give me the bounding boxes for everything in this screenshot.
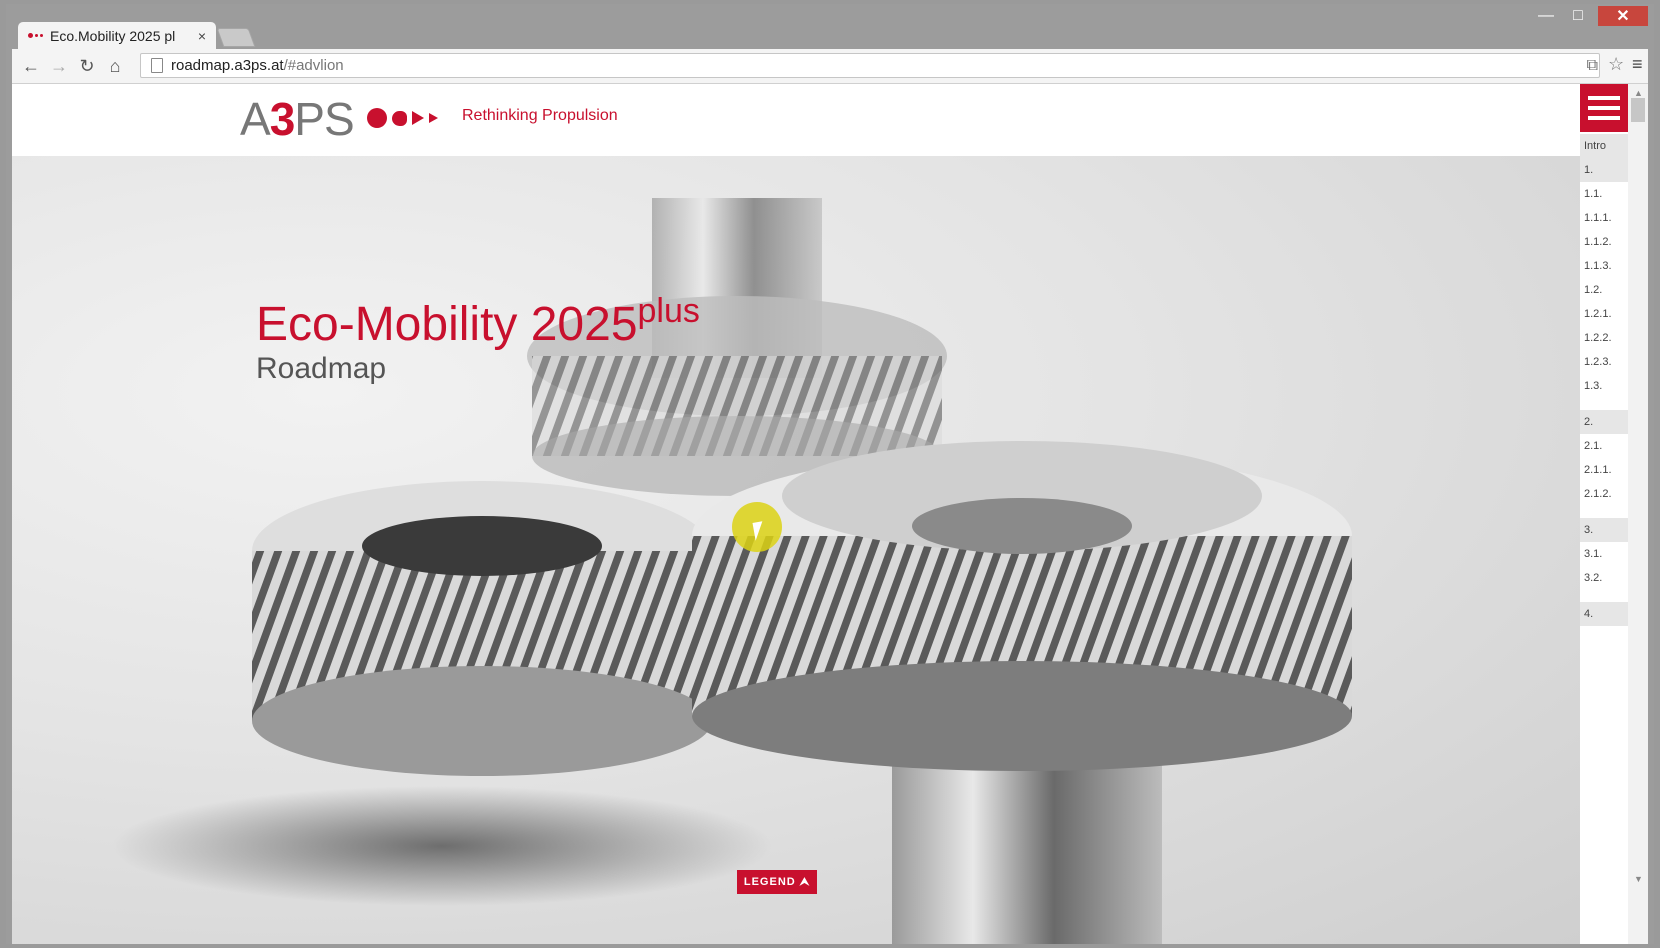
section-nav-item[interactable]: 1. [1580,158,1628,182]
section-nav-item[interactable]: 2.1.1. [1580,458,1628,482]
section-nav-item[interactable]: 1.3. [1580,374,1628,398]
hero-title-text: Eco-Mobility 2025 [256,298,638,351]
section-nav-item[interactable]: 2. [1580,410,1628,434]
section-nav-item[interactable]: 1.2.2. [1580,326,1628,350]
section-nav-item[interactable]: 3. [1580,518,1628,542]
page-icon [151,58,163,73]
section-nav-item[interactable]: 2.1. [1580,434,1628,458]
section-nav-item[interactable]: 1.1.2. [1580,230,1628,254]
hero-subtitle: Roadmap [256,352,387,385]
section-nav-item[interactable]: 3.1. [1580,542,1628,566]
url-host: roadmap.a3ps.at [171,57,284,74]
browser-window: Eco.Mobility 2025 pl × — □ ✕ ← → ↻ ⌂ roa… [0,0,1660,948]
section-nav-item[interactable]: 3.2. [1580,566,1628,590]
address-bar[interactable]: roadmap.a3ps.at /#advlion ⧉ [140,53,1600,78]
section-nav-item[interactable]: 1.1. [1580,182,1628,206]
site-header: A3PS Rethinking Propulsion [12,84,1580,156]
section-nav-item[interactable]: 1.2.3. [1580,350,1628,374]
translate-icon[interactable]: ⧉ [1587,57,1598,75]
section-nav-list: Intro 1. 1.1. 1.1.1. 1.1.2. 1.1.3. 1.2. 1.2.1. 1… [1580,134,1628,626]
section-nav-item[interactable]: 1.1.1. [1580,206,1628,230]
gears-image [112,198,1352,944]
new-tab-button[interactable] [216,28,256,47]
section-nav: Intro 1. 1.1. 1.1.1. 1.1.2. 1.1.3. 1.2. 1.2.1. 1… [1580,84,1628,944]
page-viewport: A3PS Rethinking Propulsion Eco-Mobility … [12,84,1648,944]
browser-menu-icon[interactable]: ≡ [1632,54,1643,75]
favicon-icon [28,32,44,40]
home-icon[interactable]: ⌂ [104,55,126,77]
hamburger-menu-icon[interactable] [1580,84,1628,132]
logo-3: 3 [269,93,296,145]
browser-tab[interactable]: Eco.Mobility 2025 pl × [18,22,216,49]
scroll-thumb[interactable] [1631,98,1645,122]
scroll-down-icon[interactable]: ▼ [1634,874,1643,884]
section-nav-item[interactable]: Intro [1580,134,1628,158]
tab-title: Eco.Mobility 2025 pl [50,27,176,44]
page-scrollbar[interactable]: ▲ ▼ [1628,84,1648,944]
scroll-up-icon[interactable]: ▲ [1634,88,1643,98]
hero-title-sup: plus [637,292,700,330]
maximize-button[interactable]: □ [1564,6,1592,26]
hero-section: Eco-Mobility 2025plus Roadmap [12,156,1580,944]
back-icon[interactable]: ← [20,55,42,77]
section-nav-item[interactable]: 1.1.3. [1580,254,1628,278]
logo-dots-icon [367,108,438,128]
reload-icon[interactable]: ↻ [76,55,98,77]
tab-close-icon[interactable]: × [198,28,206,44]
section-nav-item[interactable]: 4. [1580,602,1628,626]
browser-toolbar: ← → ↻ ⌂ roadmap.a3ps.at /#advlion ⧉ ☆ ≡ [12,49,1648,84]
close-window-button[interactable]: ✕ [1598,6,1648,26]
url-path: /#advlion [283,57,344,74]
logo-a: A [240,93,271,145]
section-nav-item[interactable]: 2.1.2. [1580,482,1628,506]
tagline: Rethinking Propulsion [462,107,618,124]
hero-title: Eco-Mobility 2025plus [256,292,700,352]
bookmark-star-icon[interactable]: ☆ [1608,54,1624,75]
legend-button[interactable]: LEGEND ⮝ [737,870,817,894]
minimize-button[interactable]: — [1532,6,1560,26]
forward-icon[interactable]: → [48,55,70,77]
section-nav-item[interactable]: 1.2. [1580,278,1628,302]
section-nav-item[interactable]: 1.2.1. [1580,302,1628,326]
logo-ps: PS [294,93,354,145]
a3ps-logo[interactable]: A3PS [240,92,355,146]
